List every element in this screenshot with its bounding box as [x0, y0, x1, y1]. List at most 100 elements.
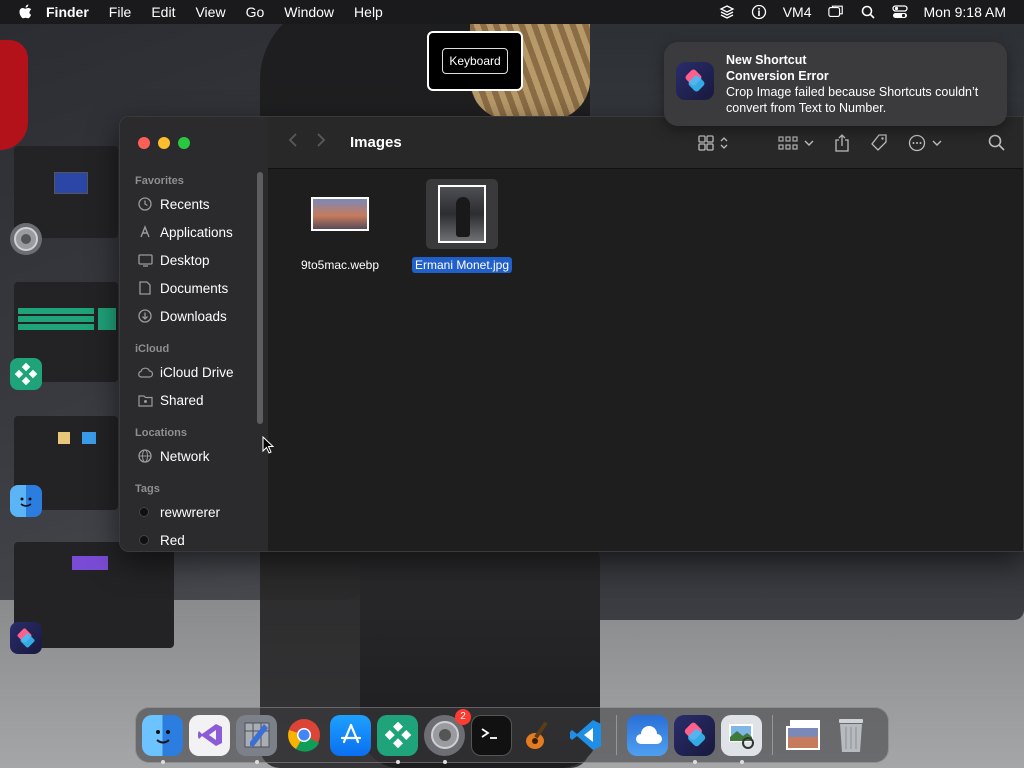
tag-button[interactable]: [870, 133, 888, 152]
tags-header: Tags: [135, 483, 160, 495]
sidebar-item-label: Red: [160, 532, 185, 548]
keyboard-viewer-overlay[interactable]: Keyboard: [427, 31, 523, 91]
finder-content: Images 9to5mac.webp Ermani Monet.jpg: [268, 117, 1023, 551]
preview-icon: [728, 724, 754, 749]
spotlight-icon[interactable]: [860, 4, 876, 20]
minimize-window-button[interactable]: [158, 137, 170, 149]
search-button[interactable]: [988, 134, 1005, 151]
dock-terminal[interactable]: [471, 714, 512, 756]
apple-menu-icon[interactable]: [18, 4, 32, 20]
ellipsis-circle-icon: [908, 134, 926, 151]
notification-title-line2: Conversion Error: [726, 69, 829, 83]
network-radar-icon[interactable]: [10, 358, 42, 390]
tag-color-dot: [139, 535, 149, 545]
network-icon: [137, 448, 153, 464]
dock-visual-studio[interactable]: [189, 714, 230, 756]
script-editor-icon: [244, 722, 269, 748]
menu-window[interactable]: Window: [284, 4, 334, 20]
shortcuts-app-icon: [676, 62, 714, 100]
share-button[interactable]: [834, 133, 850, 152]
sidebar-item-applications[interactable]: Applications: [120, 218, 268, 246]
sidebar-item-label: Documents: [160, 280, 229, 296]
dock-finder[interactable]: [142, 714, 183, 764]
locations-header: Locations: [135, 427, 187, 439]
forward-button[interactable]: [316, 131, 326, 154]
sidebar-item-downloads[interactable]: Downloads: [120, 302, 268, 330]
window-icon[interactable]: [827, 4, 844, 20]
menu-go[interactable]: Go: [246, 4, 265, 20]
shortcut-error-notification[interactable]: New Shortcut Conversion Error Crop Image…: [664, 42, 1007, 126]
system-settings-icon[interactable]: [10, 223, 42, 255]
dock-preview[interactable]: [721, 714, 762, 764]
mouse-cursor-icon: [262, 436, 274, 454]
dock-shortcuts[interactable]: [674, 714, 715, 764]
document-icon: [137, 280, 153, 296]
dock-recent-image[interactable]: [783, 715, 824, 756]
layers-icon[interactable]: [719, 4, 735, 20]
dock: 2: [135, 707, 889, 764]
view-mode-button[interactable]: [698, 134, 728, 151]
menu-view[interactable]: View: [195, 4, 225, 20]
close-window-button[interactable]: [138, 137, 150, 149]
finder-stage-icon[interactable]: [10, 485, 42, 517]
file-thumbnail: [426, 179, 498, 249]
sidebar-item-desktop[interactable]: Desktop: [120, 246, 268, 274]
sidebar-item-icloud-drive[interactable]: iCloud Drive: [120, 358, 268, 386]
menu-edit[interactable]: Edit: [151, 4, 175, 20]
dock-chrome[interactable]: [283, 715, 324, 756]
file-grid: 9to5mac.webp Ermani Monet.jpg: [268, 179, 516, 273]
file-name: 9to5mac.webp: [300, 258, 380, 272]
sidebar-item-documents[interactable]: Documents: [120, 274, 268, 302]
back-button[interactable]: [288, 131, 298, 154]
notification-body: Crop Image failed because Shortcuts coul…: [726, 85, 979, 115]
sidebar-item-network[interactable]: Network: [120, 442, 268, 470]
finder-window: Favorites Recents Applications Desktop D…: [119, 116, 1024, 552]
file-name-selected: Ermani Monet.jpg: [411, 257, 513, 273]
tag-icon: [871, 133, 887, 151]
accessibility-icon[interactable]: [751, 4, 767, 20]
group-icon: [778, 135, 798, 150]
vscode-icon: [569, 720, 601, 750]
vm-status-label[interactable]: VM4: [783, 4, 812, 20]
dock-system-settings[interactable]: 2: [424, 708, 471, 764]
shortcuts-stage-icon[interactable]: [10, 622, 42, 654]
icloud-header: iCloud: [135, 343, 170, 355]
sidebar-item-label: Downloads: [160, 308, 227, 324]
dock-script-editor[interactable]: [236, 714, 277, 764]
sidebar-scrollbar[interactable]: [257, 172, 263, 424]
visual-studio-icon: [197, 724, 222, 746]
menu-file[interactable]: File: [109, 4, 132, 20]
sidebar-tag-rewwrerer[interactable]: rewwrerer: [120, 498, 268, 526]
dock-icloud-weather[interactable]: [627, 714, 668, 756]
network-radar-icon: [384, 722, 411, 748]
group-button[interactable]: [778, 135, 814, 150]
shortcuts-icon: [684, 722, 705, 747]
menu-help[interactable]: Help: [354, 4, 383, 20]
dock-trash[interactable]: [830, 715, 871, 756]
menu-app-name[interactable]: Finder: [46, 4, 89, 20]
notification-badge: 2: [455, 708, 471, 725]
dock-network-radar[interactable]: [377, 714, 418, 764]
file-item-9to5mac[interactable]: 9to5mac.webp: [286, 179, 394, 273]
file-item-ermani-monet[interactable]: Ermani Monet.jpg: [408, 179, 516, 273]
menu-clock[interactable]: Mon 9:18 AM: [924, 4, 1007, 20]
menu-bar: Finder File Edit View Go Window Help VM4…: [0, 0, 1024, 24]
sidebar-item-label: iCloud Drive: [160, 364, 234, 380]
finder-icon: [155, 730, 170, 744]
trash-icon: [838, 719, 863, 752]
terminal-icon: [481, 728, 497, 739]
sidebar-tag-red[interactable]: Red: [120, 526, 268, 551]
image-stack-icon: [785, 720, 820, 750]
control-center-icon[interactable]: [891, 4, 908, 20]
zoom-window-button[interactable]: [178, 137, 190, 149]
chevron-down-icon: [804, 140, 814, 146]
dock-vscode[interactable]: [565, 715, 606, 756]
clock-icon: [137, 196, 153, 212]
chevron-updown-icon: [720, 136, 728, 149]
dock-garageband[interactable]: [518, 715, 559, 756]
more-actions-button[interactable]: [908, 134, 942, 152]
sidebar-item-recents[interactable]: Recents: [120, 190, 268, 218]
dock-app-store[interactable]: [330, 714, 371, 756]
sidebar-item-shared[interactable]: Shared: [120, 386, 268, 414]
desktop-icon: [137, 252, 153, 268]
